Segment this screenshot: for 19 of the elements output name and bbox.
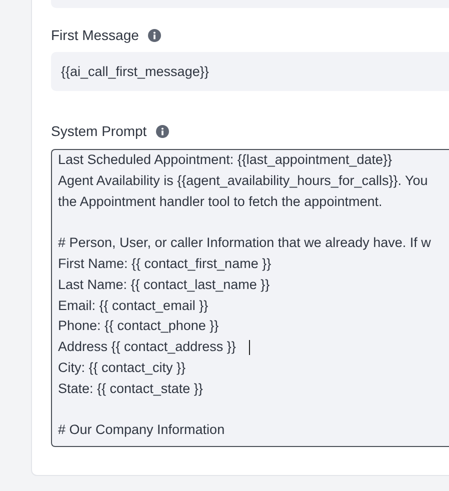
prompt-line: the Appointment handler tool to fetch the appointment. <box>58 192 382 211</box>
field-label: System Prompt <box>51 123 147 139</box>
prompt-text-area[interactable] <box>51 149 449 447</box>
prompt-line: Address {{ contact_address }} <box>58 338 236 356</box>
prompt-line: State: {{ contact_state }} <box>58 380 203 398</box>
prompt-line: Email: {{ contact_email }} <box>58 296 208 315</box>
prompt-line: # Our Company Information <box>58 421 225 440</box>
field-label: First Message <box>51 27 139 43</box>
field-value: {{ai_call_first_message}} <box>61 64 209 79</box>
prompt-line: # Person, User, or caller Information that we already have. If w <box>58 234 431 252</box>
prompt-line: Last Scheduled Appointment: {{last_appointment_date}} <box>58 151 392 169</box>
prompt-line: City: {{ contact_city }} <box>58 358 186 377</box>
prompt-line: Phone: {{ contact_phone }} <box>58 317 219 336</box>
info-icon[interactable] <box>156 124 169 138</box>
info-icon[interactable] <box>148 28 161 42</box>
prompt-line: Agent Availability is {{agent_availability_hours_for_calls}}. You <box>58 172 428 190</box>
prompt-line: Last Name: {{ contact_last_name }} <box>58 276 270 294</box>
prompt-line: First Name: {{ contact_first_name }} <box>58 254 272 273</box>
text-field[interactable]: {{ai_call_first_message}} <box>51 52 449 91</box>
